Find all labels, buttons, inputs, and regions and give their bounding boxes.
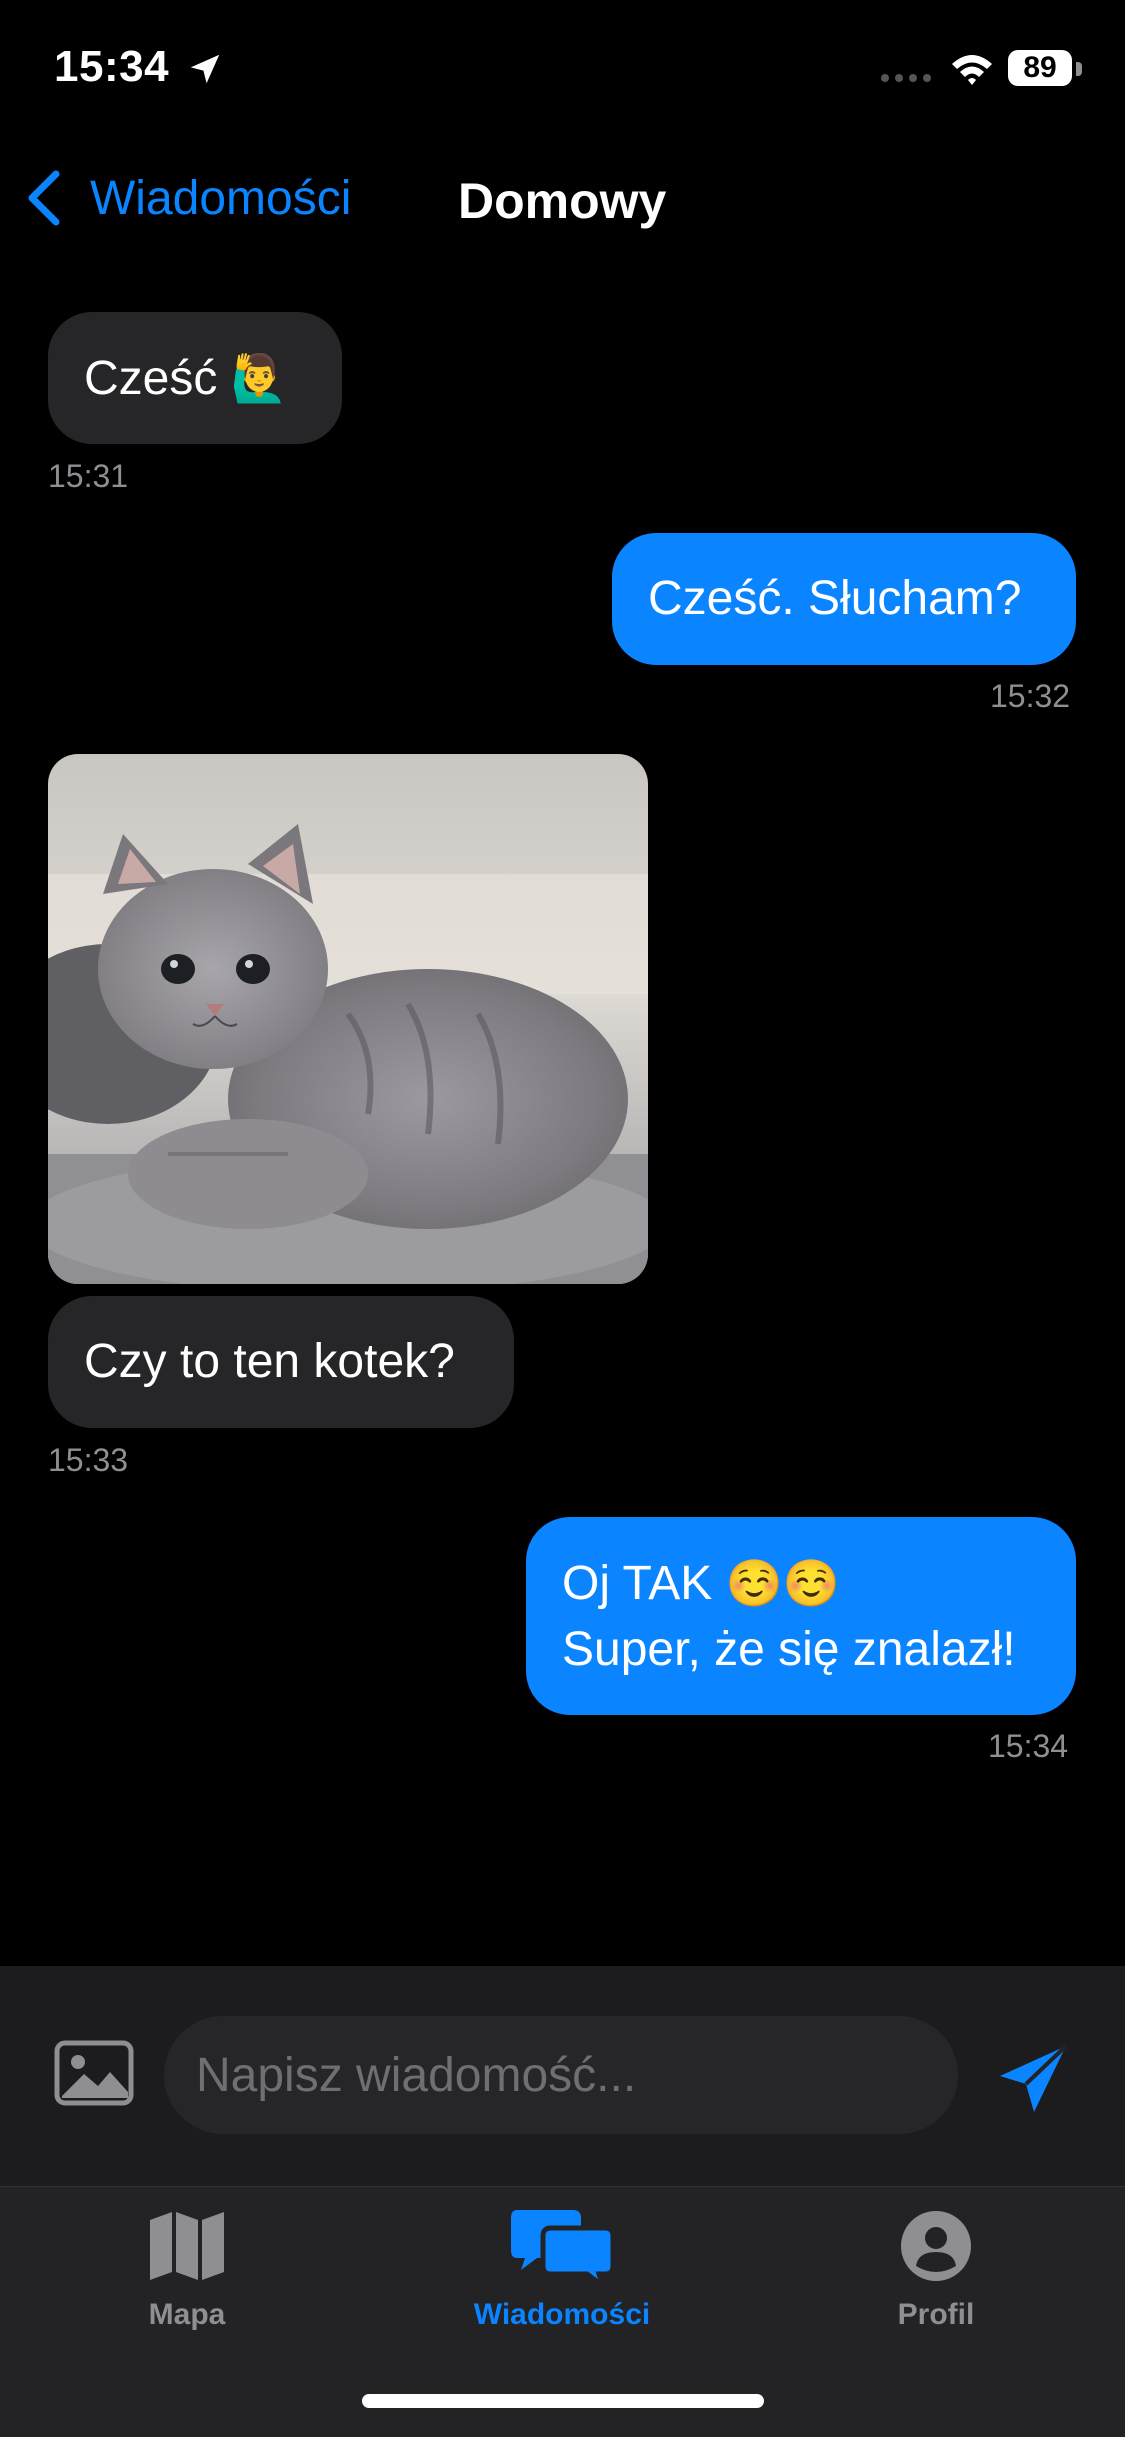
chat-bubbles-icon	[511, 2200, 613, 2292]
message-text: Cześć	[84, 352, 218, 405]
battery-tip	[1076, 62, 1082, 76]
message-text: Cześć. Słucham?	[648, 572, 1022, 625]
status-bar: 15:34 89	[0, 0, 1125, 140]
message-bubble-outgoing[interactable]: Cześć. Słucham?	[612, 533, 1076, 665]
kitten-image	[48, 754, 648, 1284]
send-icon[interactable]	[996, 2042, 1070, 2116]
tab-label: Mapa	[148, 2298, 226, 2331]
person-icon	[900, 2200, 972, 2292]
tab-label: Wiadomości	[473, 2298, 651, 2331]
tab-profil[interactable]: Profil	[806, 2200, 1066, 2350]
message-text: Czy to ten kotek?	[84, 1335, 455, 1388]
message-text-line2: Super, że się znalazł!	[562, 1623, 1016, 1676]
message-bubble-incoming[interactable]: Czy to ten kotek?	[48, 1296, 514, 1428]
message-timestamp: 15:32	[990, 678, 1071, 714]
photo-attach-icon[interactable]	[54, 2040, 134, 2106]
tab-mapa[interactable]: Mapa	[57, 2200, 317, 2350]
message-text-line1: Oj TAK	[562, 1557, 713, 1610]
battery-level: 89	[1023, 51, 1057, 84]
wifi-icon	[952, 55, 992, 85]
message-bubble-incoming[interactable]: Cześć 🙋‍♂️	[48, 312, 342, 444]
status-time: 15:34	[54, 42, 170, 91]
conversation-title: Domowy	[458, 173, 667, 229]
location-arrow-icon	[190, 54, 220, 84]
message-timestamp: 15:33	[48, 1442, 129, 1478]
back-button[interactable]: Wiadomości	[26, 166, 351, 230]
message-bubble-outgoing[interactable]: Oj TAK ☺️☺️ Super, że się znalazł!	[526, 1517, 1076, 1715]
tab-wiadomosci[interactable]: Wiadomości	[432, 2200, 692, 2350]
chevron-left-icon	[28, 170, 60, 226]
message-timestamp: 15:31	[48, 458, 129, 494]
home-indicator	[362, 2394, 764, 2408]
message-input[interactable]	[164, 2016, 958, 2134]
tab-label: Profil	[897, 2298, 975, 2331]
message-timestamp: 15:34	[988, 1728, 1069, 1764]
smiling-face-emoji: ☺️☺️	[725, 1557, 841, 1609]
cellular-signal-icon	[881, 74, 931, 82]
map-icon	[148, 2200, 226, 2292]
back-button-label: Wiadomości	[90, 171, 352, 225]
kitten-photo[interactable]	[48, 754, 648, 1284]
battery-indicator: 89	[1008, 50, 1072, 86]
waving-person-emoji: 🙋‍♂️	[230, 352, 288, 404]
